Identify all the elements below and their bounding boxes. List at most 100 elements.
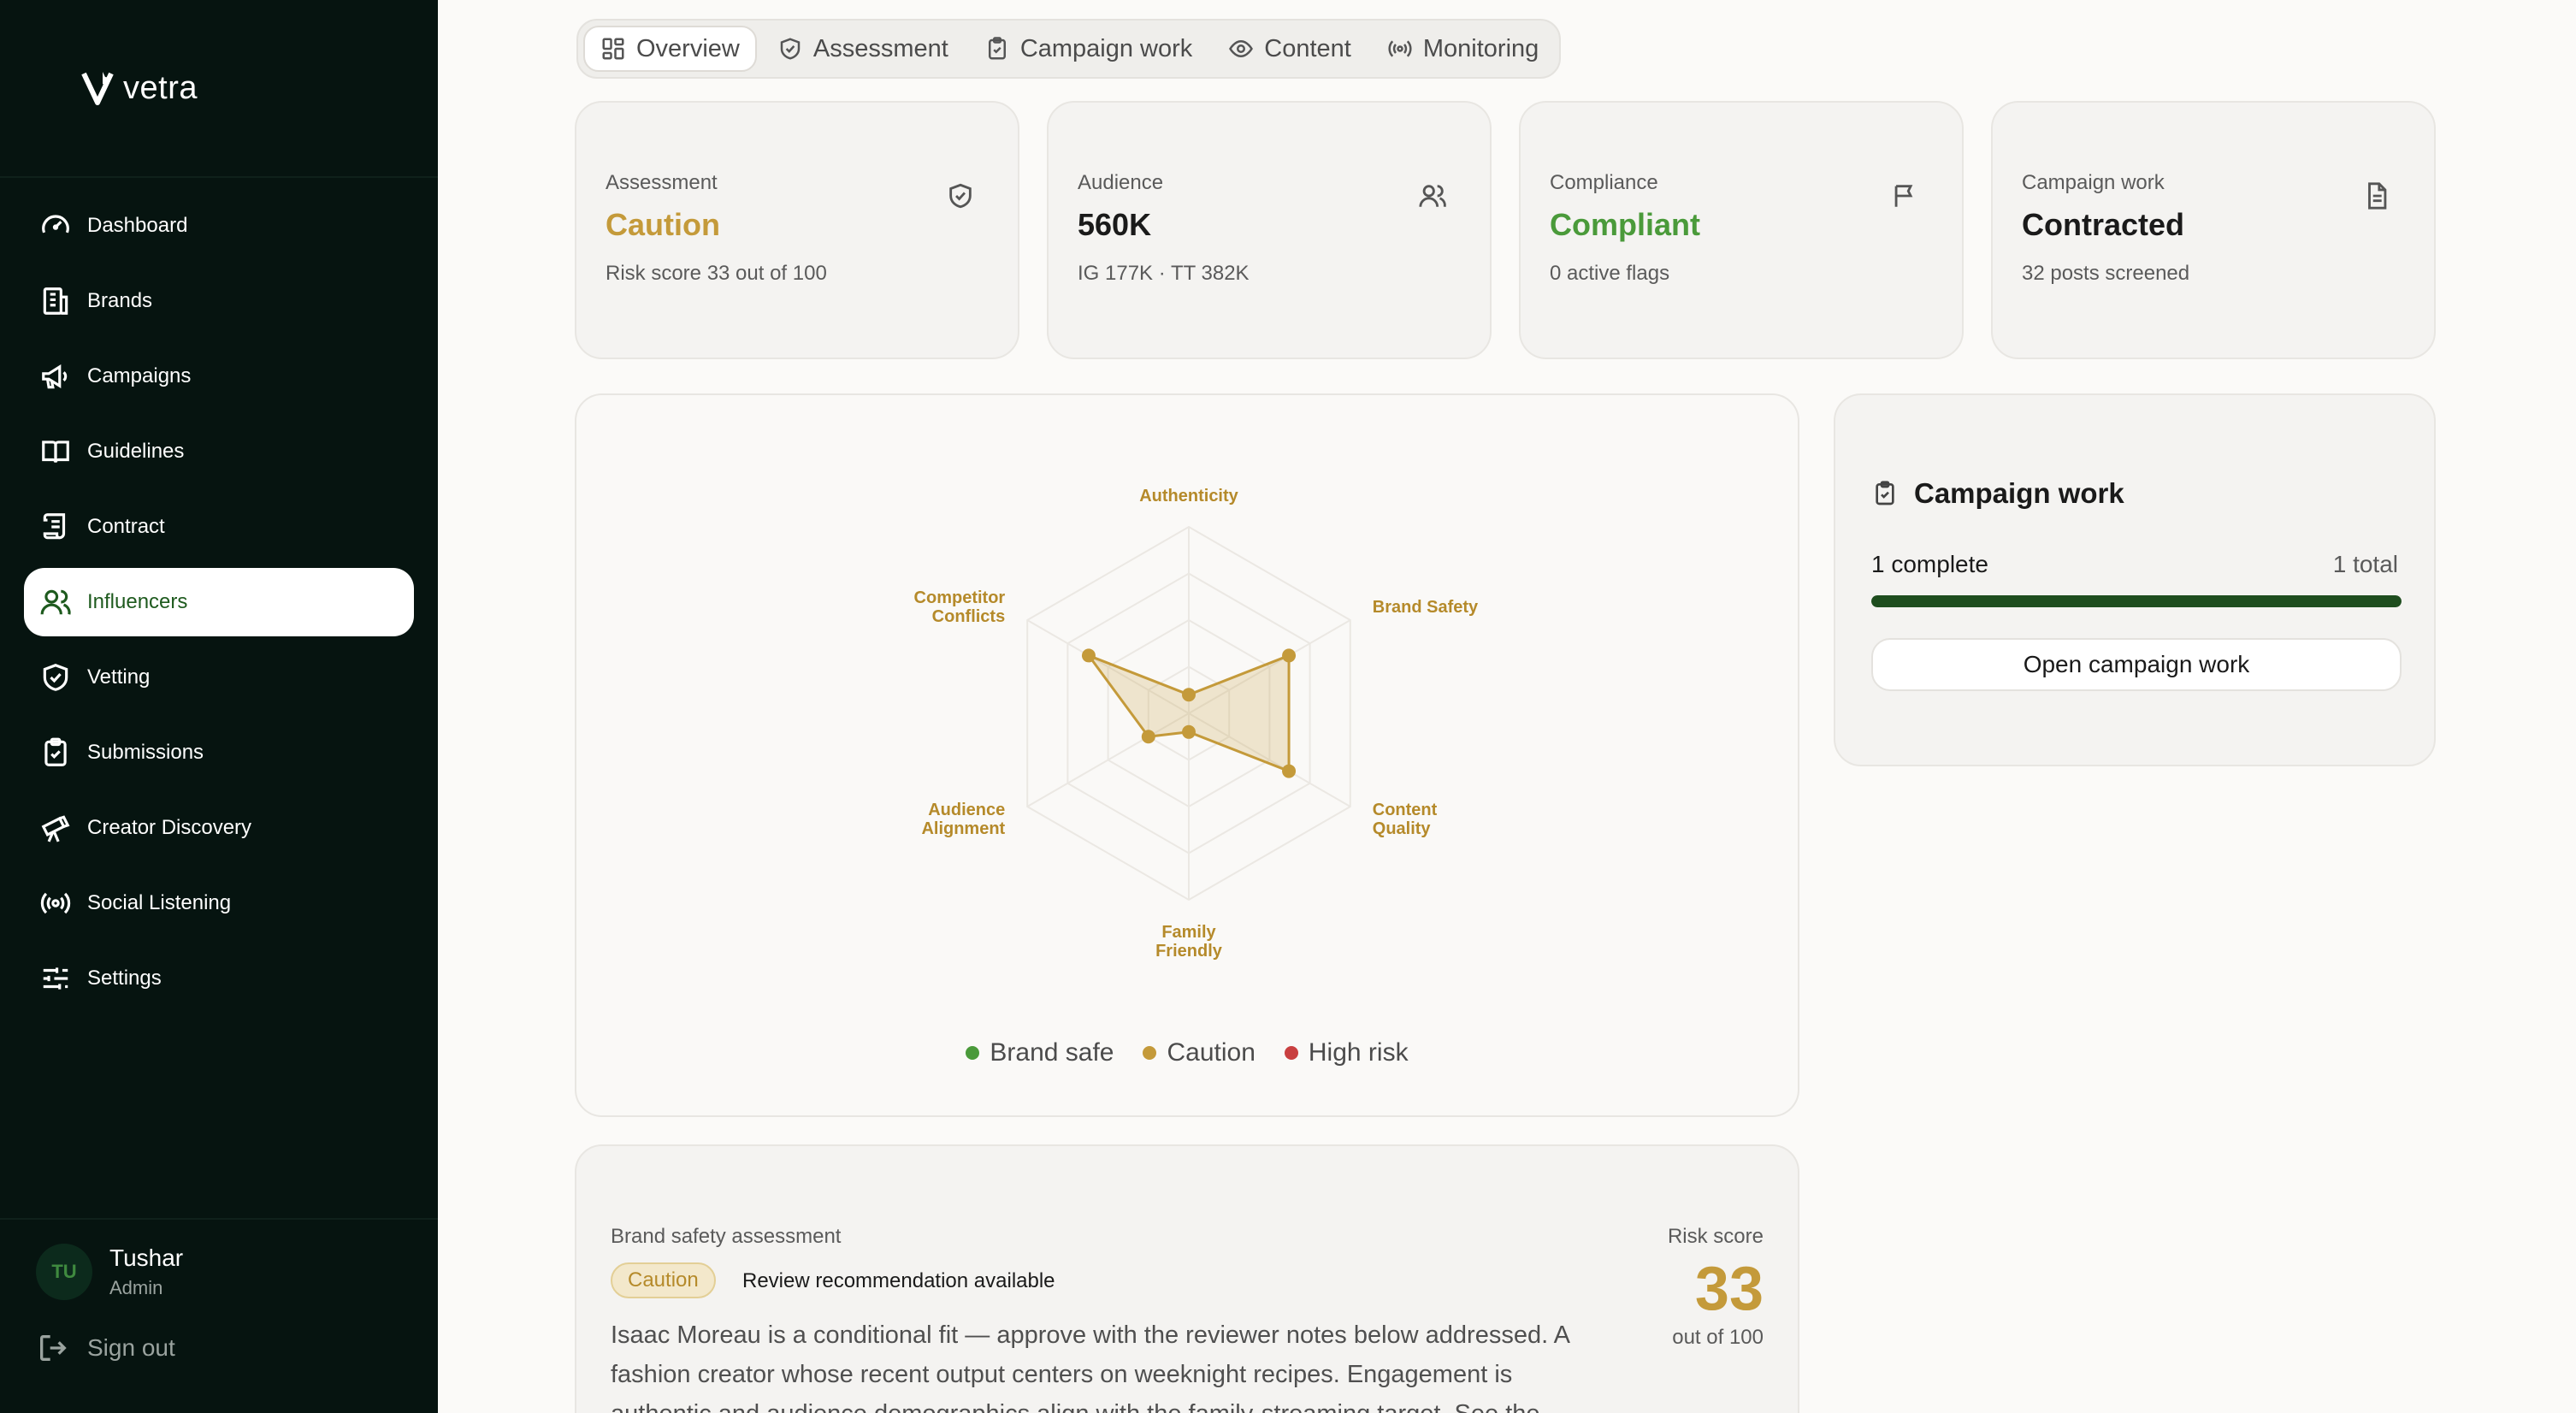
sidebar-item-label: Contract <box>87 515 165 538</box>
sidebar-item-influencers[interactable]: Influencers <box>24 568 414 636</box>
sidebar-item-contract[interactable]: Contract <box>24 493 414 561</box>
sidebar-divider <box>0 1218 438 1220</box>
legend-dot <box>1143 1046 1157 1060</box>
tab-campaign-work[interactable]: Campaign work <box>969 26 1208 72</box>
gauge-icon <box>42 215 69 234</box>
tab-label: Overview <box>636 34 740 62</box>
legend-dot <box>1284 1046 1298 1060</box>
sidebar-item-brands[interactable]: Brands <box>24 267 414 335</box>
avatar: TU <box>36 1244 92 1300</box>
stat-value: 560K <box>1078 207 1152 242</box>
sidebar-item-label: Settings <box>87 967 162 990</box>
sidebar-nav: Dashboard Brands Campaigns Guidelines Co… <box>24 192 414 1020</box>
user-name: Tushar <box>109 1245 184 1271</box>
telescope-icon <box>41 815 70 842</box>
stat-label: Compliance <box>1550 171 1658 194</box>
sidebar-item-vetting[interactable]: Vetting <box>24 643 414 712</box>
radar-axis-label: Audience Alignment <box>921 801 1005 838</box>
user-role: Admin <box>109 1277 163 1298</box>
campaign-work-header: Campaign work <box>1871 477 2124 510</box>
sidebar-item-creator-discovery[interactable]: Creator Discovery <box>24 794 414 862</box>
sidebar-item-settings[interactable]: Settings <box>24 944 414 1013</box>
recommendation-text: Review recommendation available <box>742 1269 1055 1292</box>
tab-label: Monitoring <box>1422 34 1539 62</box>
clipboard-check-icon <box>1876 481 1894 505</box>
radar-axis-label: Family Friendly <box>1155 923 1223 961</box>
stat-value: Caution <box>606 207 720 242</box>
legend-dot <box>966 1046 980 1060</box>
building-icon <box>43 287 68 315</box>
megaphone-icon <box>42 364 68 389</box>
radar-data-point <box>1282 648 1297 663</box>
tab-assessment[interactable]: Assessment <box>762 26 964 72</box>
legend-label: Brand safe <box>990 1038 1114 1067</box>
stat-sub: 32 posts screened <box>2022 262 2190 285</box>
legend-label: Caution <box>1167 1038 1256 1067</box>
progress-fill <box>1871 595 2402 607</box>
book-icon <box>42 440 69 463</box>
campaign-work-card: Campaign work 1 complete 1 total Open ca… <box>1834 393 2436 766</box>
campaign-work-complete: 1 complete <box>1871 551 1988 577</box>
campaign-work-total: 1 total <box>2332 551 2398 577</box>
sidebar: vetra Dashboard Brands Campaigns Guideli… <box>0 0 438 1413</box>
sidebar-item-label: Influencers <box>87 590 188 613</box>
radar-chart: Authenticity Brand Safety Content Quality Fa… <box>914 487 1479 961</box>
sidebar-item-social-listening[interactable]: Social Listening <box>24 869 414 937</box>
sidebar-item-submissions[interactable]: Submissions <box>24 718 414 787</box>
radar-data-point <box>1081 648 1096 663</box>
sign-out-label: Sign out <box>87 1334 175 1361</box>
open-campaign-work-button[interactable]: Open campaign work <box>1871 638 2402 691</box>
clipboard-check-icon <box>44 737 67 766</box>
tab-monitoring[interactable]: Monitoring <box>1372 26 1554 72</box>
logo-text: vetra <box>123 69 198 106</box>
sidebar-item-label: Dashboard <box>87 214 188 237</box>
risk-score-sub: out of 100 <box>1672 1326 1764 1349</box>
stat-label: Assessment <box>606 171 718 194</box>
user-profile[interactable]: TU Tushar Admin <box>36 1244 183 1300</box>
sidebar-item-campaigns[interactable]: Campaigns <box>24 342 414 411</box>
flag-icon <box>1894 185 1913 207</box>
sidebar-item-label: Campaigns <box>87 364 192 387</box>
radar-axis-label: Content Quality <box>1373 801 1438 838</box>
radar-axis-label: Brand Safety <box>1373 598 1479 617</box>
chart-legend: Brand safe Caution High risk <box>576 1038 1798 1067</box>
status-badge: Caution <box>611 1262 716 1298</box>
radar-axis-label: Competitor Conflicts <box>914 588 1006 626</box>
radar-data-point <box>1282 764 1297 778</box>
sidebar-item-dashboard[interactable]: Dashboard <box>24 192 414 260</box>
assessment-body: Isaac Moreau is a conditional fit — appr… <box>611 1321 1569 1413</box>
radar-axis-label: Authenticity <box>1139 487 1238 505</box>
radar-data-point <box>1182 688 1196 702</box>
scroll-icon <box>43 513 66 540</box>
broadcast-icon <box>1388 40 1412 57</box>
tab-content[interactable]: Content <box>1213 26 1367 72</box>
radar-chart-card: Authenticity Brand Safety Content Quality Fa… <box>575 393 1799 1117</box>
eye-icon <box>1229 39 1254 58</box>
logo-mark-icon <box>81 72 114 105</box>
risk-score-value: 33 <box>1694 1255 1764 1323</box>
sidebar-item-label: Brands <box>87 289 153 312</box>
stat-label: Audience <box>1078 171 1164 194</box>
shield-check-icon <box>949 183 972 209</box>
stat-sub: 0 active flags <box>1550 262 1670 285</box>
radar-data-point <box>1182 724 1196 739</box>
clipboard-check-icon <box>988 37 1006 60</box>
sign-out-icon <box>40 1335 67 1361</box>
grid-icon <box>602 38 624 60</box>
legend-item-caution: Caution <box>1143 1038 1256 1067</box>
campaign-work-title: Campaign work <box>1914 477 2124 509</box>
shield-check-icon <box>43 664 68 691</box>
app-logo[interactable]: vetra <box>80 68 198 108</box>
sidebar-divider <box>0 176 438 178</box>
sign-out-button[interactable]: Sign out <box>36 1331 175 1365</box>
sidebar-item-label: Submissions <box>87 741 204 764</box>
users-icon <box>1419 185 1446 208</box>
broadcast-icon <box>40 892 71 914</box>
sidebar-item-guidelines[interactable]: Guidelines <box>24 417 414 486</box>
sliders-icon <box>43 967 68 990</box>
stat-sub: Risk score 33 out of 100 <box>606 262 827 285</box>
legend-item-brand-safe: Brand safe <box>966 1038 1114 1067</box>
shield-check-icon <box>780 38 801 60</box>
tab-overview[interactable]: Overview <box>583 26 757 72</box>
tab-label: Campaign work <box>1019 34 1193 62</box>
